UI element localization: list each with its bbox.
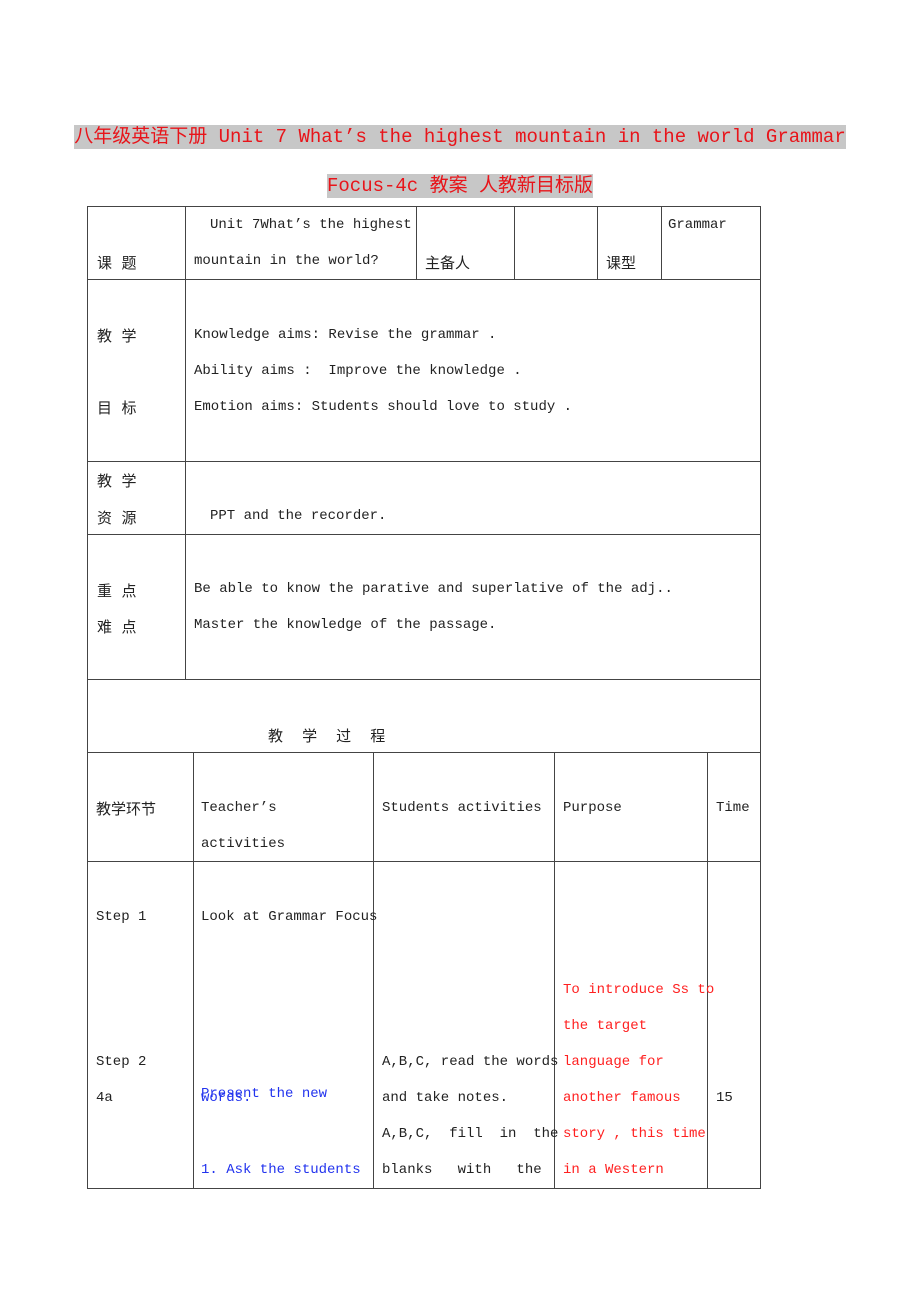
col-header-teacher-line2: activities [201, 836, 286, 852]
resources-label-line2: 资 源 [97, 509, 137, 527]
topic-label: 课 题 [97, 254, 137, 272]
col-header-purpose: Purpose [563, 800, 622, 816]
step2-purpose-line3: language for [563, 1054, 664, 1070]
step2-students-line1: A,B,C, read the words [382, 1054, 559, 1070]
step2-label: Step 2 [96, 1054, 147, 1070]
col-header-teacher-line1: Teacher’s [201, 800, 277, 816]
topic-line1: Unit 7What’s the highest [210, 217, 412, 233]
lesson-type-label: 课型 [606, 254, 637, 272]
topic-line2: mountain in the world? [194, 253, 379, 269]
document-title-line1: 八年级英语下册 Unit 7 What’s the highest mounta… [74, 125, 846, 149]
document-title-line2: Focus-4c 教案 人教新目标版 [326, 174, 594, 198]
keypoints-label-line1: 重 点 [97, 582, 137, 600]
objective-ability: Ability aims : Improve the knowledge . [194, 363, 522, 379]
step1-teacher: Look at Grammar Focus [201, 909, 378, 925]
step2-purpose-line5: story , this time [563, 1126, 706, 1142]
step2-teacher-line2: words. [201, 1090, 252, 1106]
col-header-step: 教学环节 [96, 800, 157, 818]
objectives-label-line1: 教 学 [97, 327, 137, 345]
step2-students-line2: and take notes. [382, 1090, 509, 1106]
step2-purpose-line2: the target [563, 1018, 648, 1034]
objective-knowledge: Knowledge aims: Revise the grammar . [194, 327, 497, 343]
lesson-type-value: Grammar [668, 217, 727, 233]
step2-teacher-line4: 1. Ask the students [201, 1162, 361, 1178]
step2-students-line3: A,B,C, fill in the [382, 1126, 559, 1142]
step1-label: Step 1 [96, 909, 147, 925]
step2-teacher-line1: Present the new [201, 1086, 328, 1102]
step2-time: 15 [716, 1090, 733, 1106]
step2-students-line4: blanks with the [382, 1162, 542, 1178]
step2-purpose-line4: another famous [563, 1090, 681, 1106]
col-header-time: Time [716, 800, 750, 816]
objectives-label-line2: 目 标 [97, 399, 137, 417]
resources-label-line1: 教 学 [97, 472, 137, 490]
step2-purpose-line6: in a Western [563, 1162, 664, 1178]
col-header-students: Students activities [382, 800, 542, 816]
keypoints-label-line2: 难 点 [97, 618, 137, 636]
step2-substep: 4a [96, 1090, 113, 1106]
preparer-label: 主备人 [425, 254, 471, 272]
keypoint-1: Be able to know the parative and superla… [194, 581, 673, 597]
keypoint-2: Master the knowledge of the passage. [194, 617, 497, 633]
objective-emotion: Emotion aims: Students should love to st… [194, 399, 573, 415]
process-heading: 教 学 过 程 [268, 727, 386, 745]
resources-text: PPT and the recorder. [210, 508, 387, 524]
step2-purpose-line1: To introduce Ss to [563, 982, 715, 998]
